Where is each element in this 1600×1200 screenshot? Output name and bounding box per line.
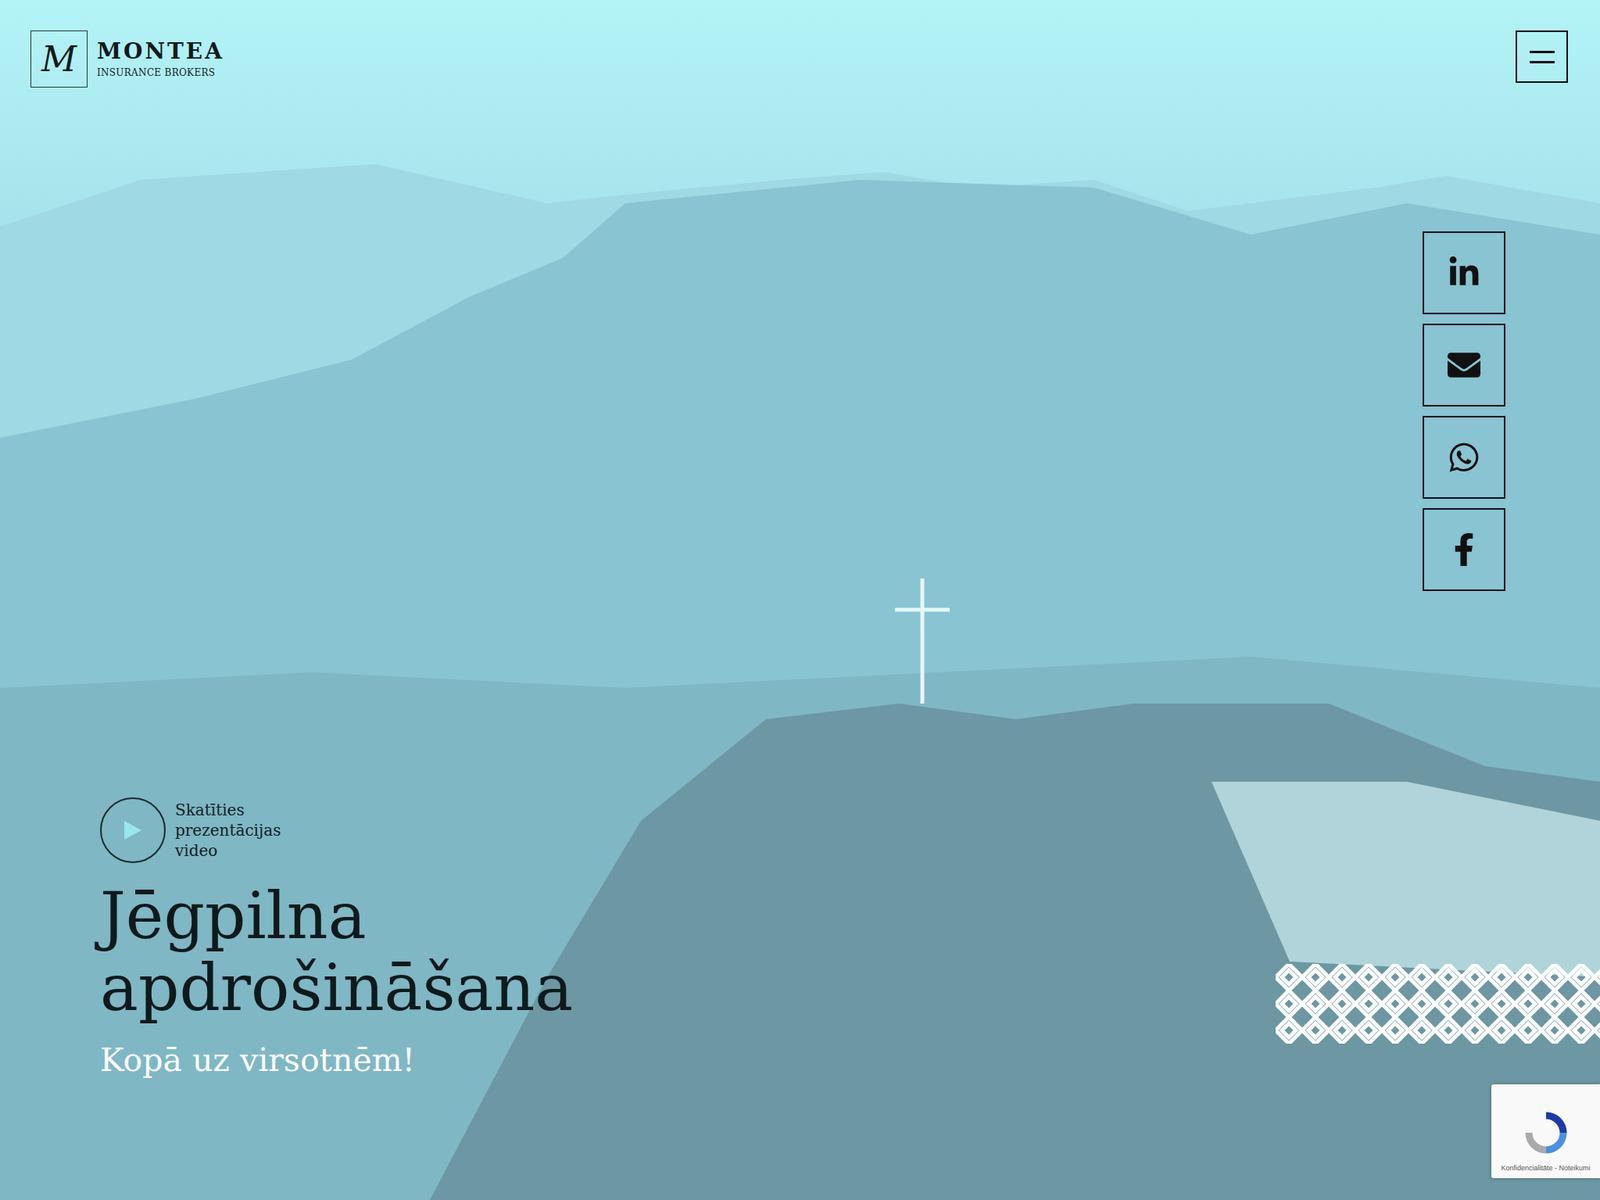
play-button[interactable] xyxy=(100,797,166,863)
social-button[interactable] xyxy=(1422,508,1506,591)
whatsapp-icon xyxy=(1447,440,1481,474)
facebook-icon xyxy=(1447,533,1481,566)
menu-button[interactable] xyxy=(1515,30,1568,83)
logo-name: MONTEA xyxy=(96,39,225,65)
hero-page: M MONTEA INSURANCE BROKERS Skatītiesprezent… xyxy=(0,0,1600,1200)
social-button[interactable] xyxy=(1422,415,1506,499)
social-button[interactable] xyxy=(1422,323,1506,407)
social-links xyxy=(1422,87,1506,1079)
menu-line-icon xyxy=(1529,60,1555,64)
menu-line-icon xyxy=(1529,50,1555,54)
video-label: Skatītiesprezentācijasvideo xyxy=(175,799,281,861)
header: M MONTEA INSURANCE BROKERS xyxy=(0,0,1600,88)
recaptcha-icon xyxy=(1522,1109,1570,1157)
logo-tagline: INSURANCE BROKERS xyxy=(96,67,225,79)
hero-title: Jēgpilnaapdrošināšana xyxy=(100,880,573,1024)
logo-mark: M xyxy=(30,30,88,88)
video-link[interactable]: Skatītiesprezentācijasvideo xyxy=(100,797,573,863)
recaptcha-badge[interactable]: Konfidencialitāte - Noteikumi xyxy=(1491,1084,1600,1178)
hero-subtitle: Kopā uz virsotnēm! xyxy=(100,1041,573,1079)
logo[interactable]: M MONTEA INSURANCE BROKERS xyxy=(30,30,225,88)
hero-content: Skatītiesprezentācijasvideo Jēgpilnaapdro… xyxy=(100,87,573,1079)
social-button[interactable] xyxy=(1422,231,1506,315)
linkedin-icon xyxy=(1447,256,1481,290)
email-icon xyxy=(1447,348,1481,382)
recaptcha-links[interactable]: Konfidencialitāte - Noteikumi xyxy=(1500,1163,1590,1172)
ornament-pattern xyxy=(1275,963,1600,1044)
play-icon xyxy=(122,819,144,842)
